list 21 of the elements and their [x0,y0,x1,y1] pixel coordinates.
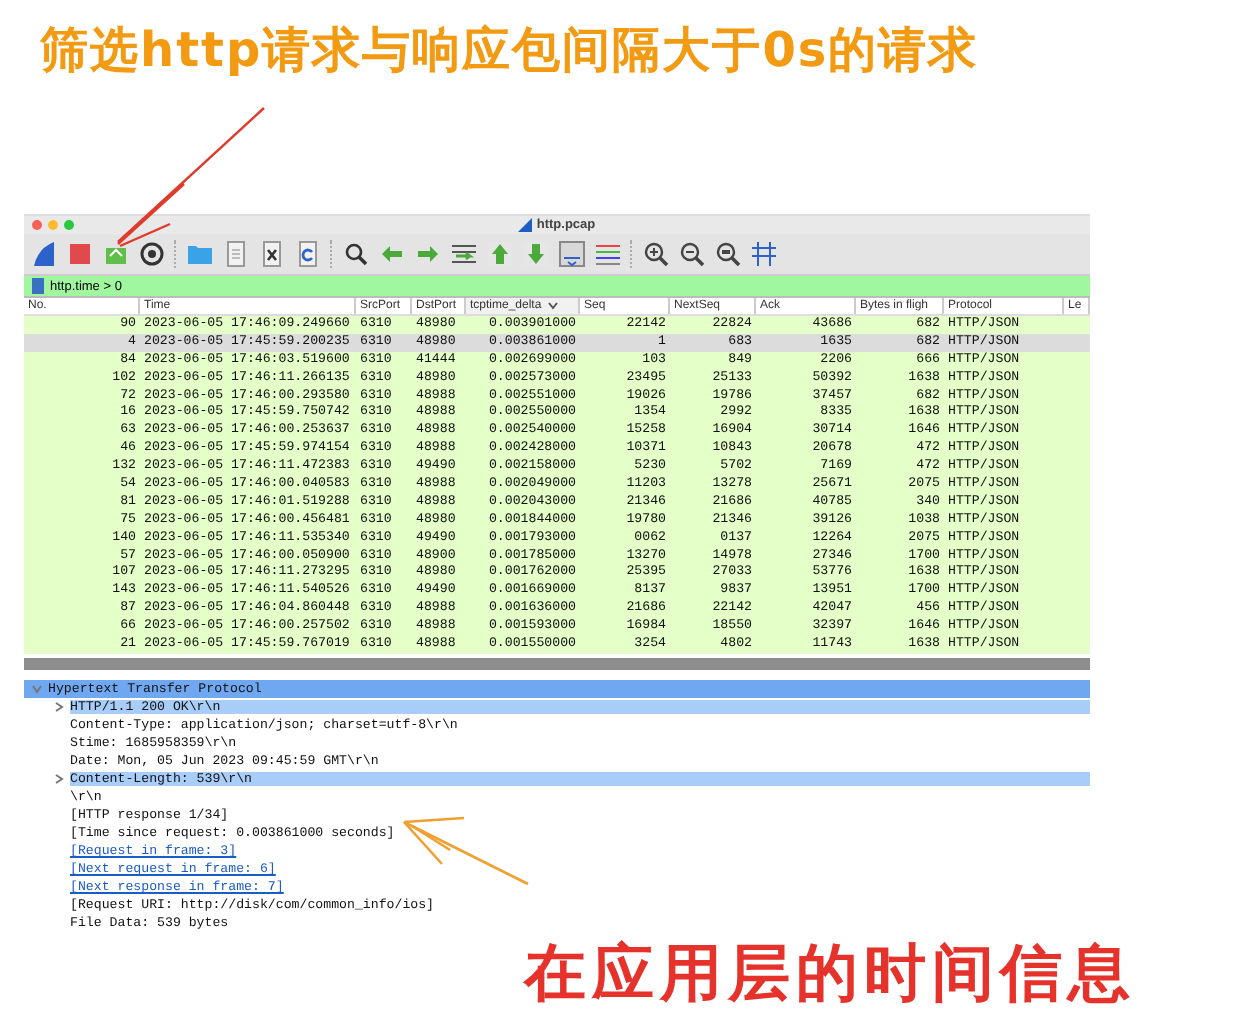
reload-icon[interactable] [294,240,322,268]
zoom-reset-icon[interactable] [714,240,742,268]
search-icon[interactable] [342,240,370,268]
sort-caret-icon [547,302,558,310]
annotation-caption: 在应用层的时间信息 [524,938,1136,1010]
zoom-out-icon[interactable] [678,240,706,268]
chevron-right-icon[interactable] [54,773,64,784]
resize-columns-icon[interactable] [750,240,778,268]
shark-fin-icon[interactable] [30,240,58,268]
jump-icon[interactable] [450,240,478,268]
close-file-icon[interactable] [258,240,286,268]
zoom-in-icon[interactable] [642,240,670,268]
last-packet-icon[interactable] [522,240,550,268]
annotation-title: 筛选http请求与响应包间隔大于0s的请求 [40,22,979,78]
annotation-arrow [403,816,529,886]
close-window-button[interactable] [32,220,42,230]
colorize-icon[interactable] [594,240,622,268]
chevron-right-icon[interactable] [54,701,64,712]
stop-icon[interactable] [66,240,94,268]
options-icon[interactable] [138,240,166,268]
autoscroll-icon[interactable] [558,240,586,268]
